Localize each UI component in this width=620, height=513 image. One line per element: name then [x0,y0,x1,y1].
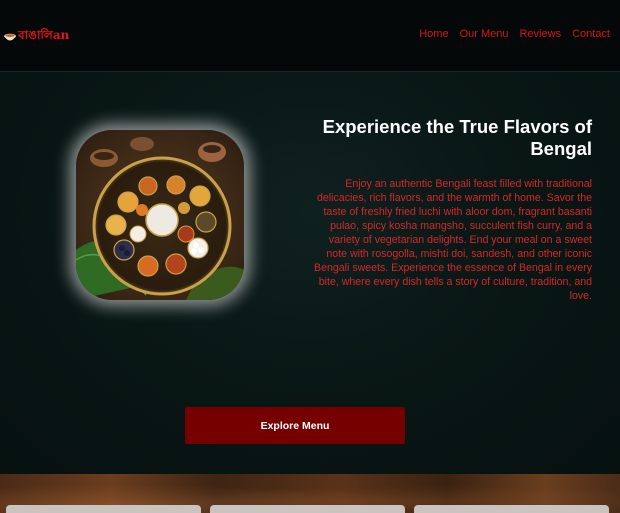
nav-contact[interactable]: Contact [572,28,610,40]
site-header: বাঙালিan Home Our Menu Reviews Contact [0,0,620,72]
nav-home[interactable]: Home [419,28,448,40]
hero-section: Experience the True Flavors of Bengal En… [0,72,620,474]
food-bowl-icon [4,33,16,41]
menu-card[interactable] [414,505,609,513]
brand-logo[interactable]: বাঙালিan [3,27,69,47]
menu-preview-section [0,474,620,513]
bengali-thali-image [76,130,244,300]
hero-title: Experience the True Flavors of Bengal [322,116,592,160]
menu-card[interactable] [210,505,405,513]
nav-reviews[interactable]: Reviews [520,28,562,40]
main-nav: Home Our Menu Reviews Contact [408,28,610,40]
menu-card[interactable] [6,505,201,513]
explore-menu-button[interactable]: Explore Menu [185,407,405,444]
brand-name: বাঙালিan [18,28,70,42]
page: বাঙালিan Home Our Menu Reviews Contact E… [0,0,620,513]
hero-description: Enjoy an authentic Bengali feast filled … [314,177,592,302]
nav-our-menu[interactable]: Our Menu [460,28,509,40]
